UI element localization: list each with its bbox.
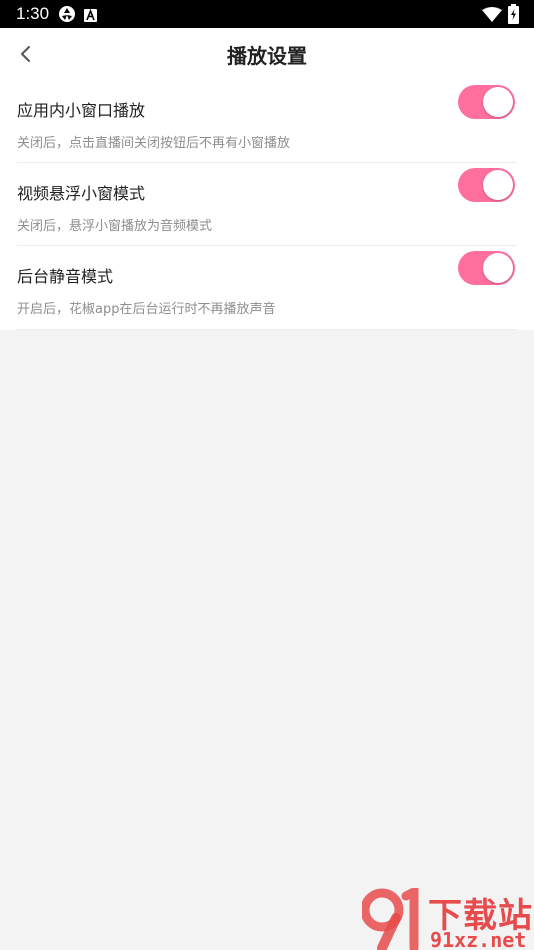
battery-icon (508, 4, 519, 28)
setting-title: 视频悬浮小窗模式 (17, 184, 146, 203)
setting-row-in-app-mini-window: 应用内小窗口播放 关闭后，点击直播间关闭按钮后不再有小窗播放 (0, 80, 534, 163)
watermark-url: 91xz.net (430, 928, 527, 950)
floating-mini-window-toggle[interactable] (458, 168, 515, 202)
toggle-knob (483, 87, 513, 117)
settings-list: 应用内小窗口播放 关闭后，点击直播间关闭按钮后不再有小窗播放 视频悬浮小窗模式 … (0, 80, 534, 330)
wifi-icon (482, 7, 502, 26)
divider (17, 329, 517, 330)
setting-title: 后台静音模式 (17, 267, 114, 286)
status-time: 1:30 (16, 4, 50, 23)
status-bar: 1:30 (0, 0, 534, 28)
watermark: 下载站 91xz.net (362, 888, 534, 950)
toggle-knob (483, 253, 513, 283)
toggle-knob (483, 170, 513, 200)
background-mute-toggle[interactable] (458, 251, 515, 285)
setting-description: 关闭后，悬浮小窗播放为音频模式 (17, 219, 213, 234)
in-app-mini-window-toggle[interactable] (458, 85, 515, 119)
setting-row-floating-mini-window: 视频悬浮小窗模式 关闭后，悬浮小窗播放为音频模式 (0, 163, 534, 246)
setting-description: 开启后，花椒app在后台运行时不再播放声音 (17, 302, 276, 317)
watermark-logo-icon (362, 888, 419, 950)
app-notification-icon (58, 5, 76, 27)
page-title: 播放设置 (227, 44, 307, 68)
navigation-bar: 播放设置 (0, 28, 534, 80)
app-a-icon (84, 7, 97, 26)
setting-description: 关闭后，点击直播间关闭按钮后不再有小窗播放 (17, 136, 291, 151)
setting-row-background-mute: 后台静音模式 开启后，花椒app在后台运行时不再播放声音 (0, 246, 534, 330)
setting-title: 应用内小窗口播放 (17, 101, 146, 120)
